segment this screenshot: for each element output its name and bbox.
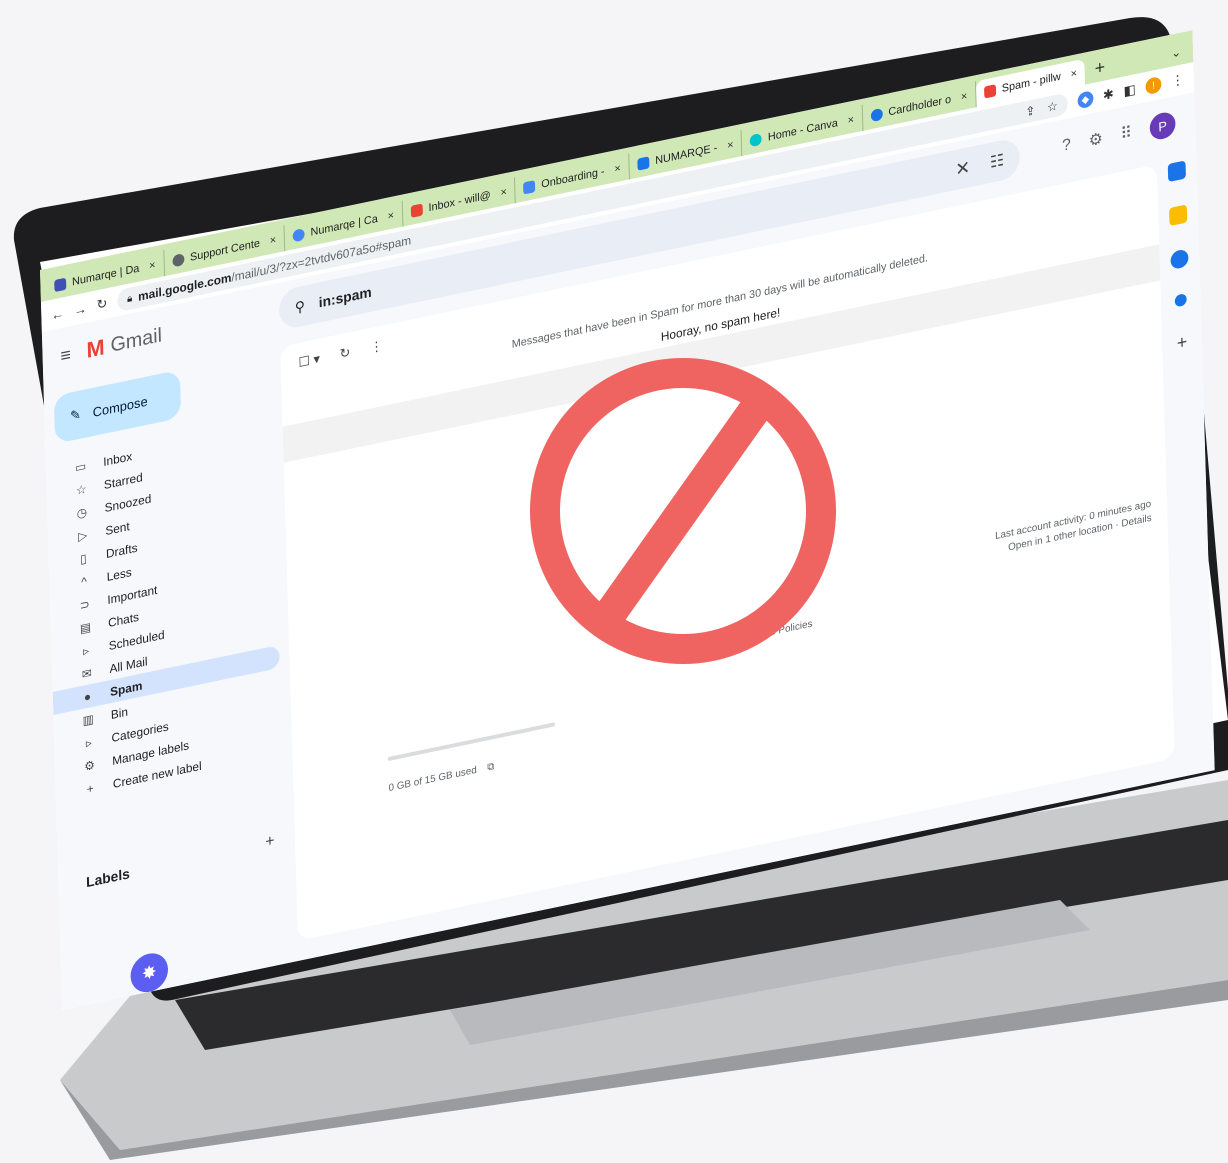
reload-icon[interactable]: ↻	[96, 295, 107, 313]
canva-favicon	[750, 132, 763, 148]
calendar-favicon	[637, 156, 650, 171]
sidebar-item-label: Chats	[107, 609, 140, 630]
send-icon: ▷	[77, 527, 88, 544]
contacts-icon[interactable]	[1174, 293, 1187, 308]
gmail-logo[interactable]: M Gmail	[86, 322, 162, 364]
select-checkbox-icon[interactable]: ☐ ▾	[298, 351, 320, 371]
tab-favicon	[172, 253, 185, 268]
close-tab-icon[interactable]: ×	[727, 139, 734, 152]
clear-search-icon[interactable]: ✕	[955, 156, 970, 180]
refresh-icon[interactable]: ↻	[339, 344, 350, 362]
no-entry-slash	[596, 398, 770, 624]
chevron-up-icon: ^	[81, 573, 88, 589]
extensions-puzzle-icon[interactable]: ✱	[1103, 86, 1114, 104]
lock-icon: 🔒︎	[126, 292, 133, 305]
add-addon-icon[interactable]: +	[1177, 331, 1188, 354]
important-icon: ⊃	[79, 596, 90, 613]
more-options-icon[interactable]: ⋮	[370, 338, 383, 357]
forward-icon[interactable]: →	[74, 300, 87, 318]
sidebar-item-label: Bin	[110, 704, 129, 722]
search-options-icon[interactable]: ☷	[990, 150, 1005, 173]
main-menu-icon[interactable]: ≡	[60, 344, 71, 367]
gmail-favicon	[983, 84, 997, 99]
sidebar-nav: ▭ Inbox ☆ Starred ◷ Snoozed ▷ Sent ▯ Drafts ^…	[46, 415, 283, 807]
close-tab-icon[interactable]: ×	[847, 114, 854, 127]
add-label-icon[interactable]: +	[265, 832, 275, 852]
extension-icon[interactable]: ◆	[1077, 90, 1094, 110]
share-icon[interactable]: ⇪	[1025, 103, 1035, 119]
gmail-m-icon: M	[86, 334, 105, 363]
plus-icon: +	[86, 780, 94, 797]
bookmark-star-icon[interactable]: ☆	[1047, 98, 1058, 114]
chat-icon: ▤	[79, 619, 92, 636]
external-link-icon[interactable]: ⧉	[487, 761, 494, 773]
close-tab-icon[interactable]: ×	[270, 234, 277, 247]
storage-meter: 0 GB of 15 GB used ⧉	[387, 722, 557, 795]
close-tab-icon[interactable]: ×	[961, 90, 968, 103]
star-icon: ☆	[75, 481, 87, 498]
back-icon[interactable]: ←	[51, 305, 64, 323]
labels-heading: Labels	[85, 865, 131, 891]
tab-favicon	[870, 107, 883, 123]
search-icon[interactable]: ⚲	[295, 297, 306, 316]
help-icon[interactable]: ?	[1062, 136, 1071, 156]
inbox-icon: ▭	[74, 458, 87, 475]
spam-icon: ●	[83, 688, 92, 705]
close-tab-icon[interactable]: ×	[614, 162, 621, 175]
sidebar-item-label: Sent	[105, 518, 130, 538]
scheduled-icon: ▹	[82, 642, 90, 658]
sidebar-item-label: Inbox	[103, 448, 133, 469]
pencil-icon: ✎	[69, 406, 82, 424]
compose-label: Compose	[92, 393, 148, 420]
gmail-favicon	[410, 203, 423, 218]
clock-icon: ◷	[76, 504, 88, 521]
settings-icon: ⚙	[84, 757, 96, 774]
storage-text: 0 GB of 15 GB used	[388, 764, 477, 795]
close-tab-icon[interactable]: ×	[1070, 67, 1077, 80]
all-mail-icon: ✉	[81, 665, 92, 682]
close-tab-icon[interactable]: ×	[149, 259, 156, 272]
sidebar-item-label: Less	[106, 564, 132, 584]
no-entry-icon	[530, 358, 836, 664]
settings-gear-icon[interactable]: ⚙	[1088, 128, 1103, 151]
gmail-logo-text: Gmail	[110, 323, 163, 357]
sidebar-item-label: Drafts	[105, 540, 138, 561]
keep-icon[interactable]	[1169, 204, 1188, 227]
tab-favicon	[292, 228, 305, 243]
avatar[interactable]: P	[1149, 110, 1176, 142]
header-actions: ? ⚙ ⠿ P	[1062, 110, 1176, 160]
tasks-icon[interactable]	[1170, 248, 1189, 271]
docs-favicon	[523, 180, 536, 195]
tab-favicon	[54, 277, 67, 293]
sidebar-item-label: Spam	[109, 677, 143, 699]
apps-grid-icon[interactable]: ⠿	[1120, 122, 1132, 144]
side-panel-icon[interactable]: ◧	[1123, 81, 1136, 100]
storage-bar	[387, 722, 556, 762]
draft-icon: ▯	[79, 550, 87, 567]
close-tab-icon[interactable]: ×	[500, 186, 507, 199]
calendar-icon[interactable]	[1167, 160, 1186, 183]
bin-icon: ▥	[82, 711, 94, 728]
browser-menu-icon[interactable]: ⋮	[1171, 71, 1184, 90]
account-activity: Last account activity: 0 minutes ago Ope…	[995, 498, 1152, 558]
update-badge-icon[interactable]: !	[1145, 75, 1162, 96]
close-tab-icon[interactable]: ×	[387, 209, 394, 222]
label-icon: ▹	[85, 734, 93, 750]
assistant-fab-icon[interactable]: ✸	[130, 949, 169, 996]
